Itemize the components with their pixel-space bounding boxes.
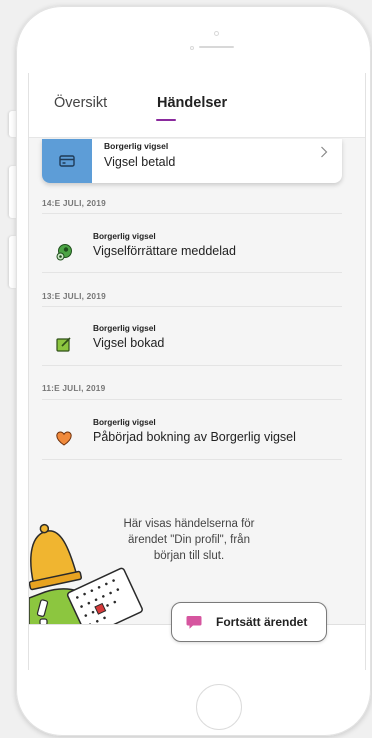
mute-switch: [9, 111, 16, 137]
chevron-right-icon: [321, 146, 328, 158]
heart-icon: [56, 430, 72, 446]
event-category: Borgerlig vigsel: [93, 323, 156, 333]
tab-oversikt[interactable]: Översikt: [54, 95, 107, 111]
divider: [42, 459, 342, 460]
date-header: 13:E JULI, 2019: [42, 291, 106, 301]
continue-case-button[interactable]: Fortsätt ärendet: [171, 602, 327, 642]
card-icon-container: [42, 139, 92, 183]
event-item-vigselforrattare[interactable]: Borgerlig vigsel Vigselförrättare meddel…: [42, 231, 342, 271]
event-title: Påbörjad bokning av Borgerlig vigsel: [93, 430, 296, 444]
event-title: Vigsel bokad: [93, 336, 165, 350]
divider: [42, 365, 342, 366]
event-item-vigsel-bokad[interactable]: Borgerlig vigsel Vigsel bokad: [42, 323, 342, 363]
date-header: 14:E JULI, 2019: [42, 198, 106, 208]
event-title: Vigselförrättare meddelad: [93, 244, 236, 258]
event-title: Vigsel betald: [104, 155, 176, 169]
speaker-grille: [199, 46, 234, 48]
officiant-icon: [56, 244, 72, 261]
bell-and-calendar-illustration: [29, 523, 143, 627]
tab-bar: Översikt Händelser: [29, 73, 365, 138]
chat-bubble-icon: [186, 616, 202, 629]
volume-down-button: [9, 236, 16, 288]
app-screen: Översikt Händelser Borgerlig vigsel Vigs…: [28, 73, 366, 670]
event-card-vigsel-betald[interactable]: Borgerlig vigsel Vigsel betald: [42, 139, 342, 183]
active-tab-indicator: [156, 119, 176, 121]
volume-up-button: [9, 166, 16, 218]
divider: [42, 213, 342, 214]
event-category: Borgerlig vigsel: [93, 231, 156, 241]
home-button[interactable]: [196, 684, 242, 730]
credit-card-icon: [59, 155, 75, 167]
event-category: Borgerlig vigsel: [93, 417, 156, 427]
divider: [42, 306, 342, 307]
sensor-icon: [190, 46, 194, 50]
camera-icon: [214, 31, 219, 36]
continue-button-label: Fortsätt ärendet: [216, 615, 308, 629]
event-item-paborjad-bokning[interactable]: Borgerlig vigsel Påbörjad bokning av Bor…: [42, 417, 342, 457]
edit-note-icon: [56, 337, 71, 352]
divider: [42, 272, 342, 273]
date-header: 11:E JULI, 2019: [42, 383, 106, 393]
event-category: Borgerlig vigsel: [104, 141, 169, 151]
tab-handelser[interactable]: Händelser: [157, 95, 227, 111]
divider: [42, 399, 342, 400]
